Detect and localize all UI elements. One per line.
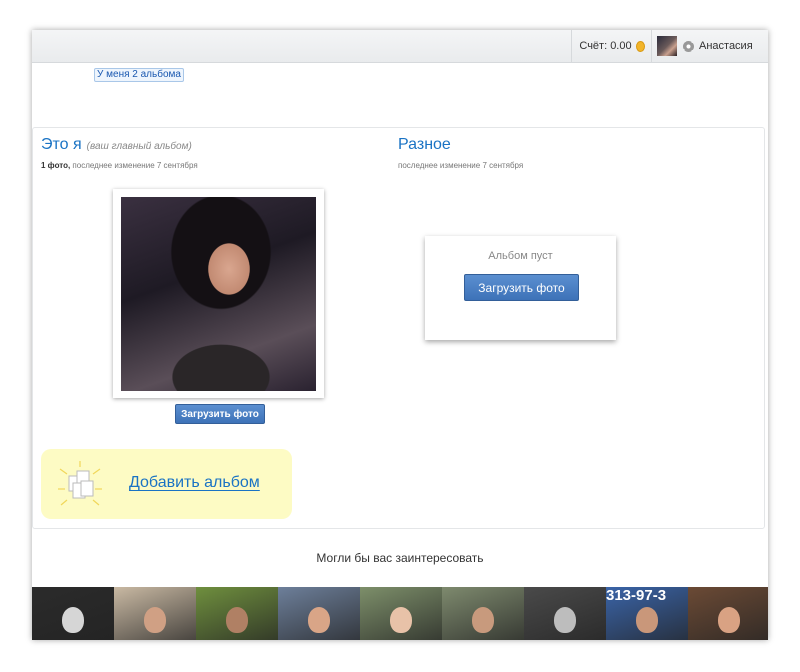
add-album-button[interactable]: Добавить альбом bbox=[41, 449, 292, 519]
album-modified-main: последнее изменение 7 сентября bbox=[72, 161, 198, 170]
empty-album-text: Альбом пуст bbox=[488, 250, 553, 262]
coin-icon bbox=[635, 40, 645, 52]
album-cover-photo[interactable] bbox=[113, 189, 324, 398]
album-meta-main: 1 фото, последнее изменение 7 сентября bbox=[41, 161, 198, 170]
top-bar: Счёт: 0.00 Анастасия bbox=[32, 30, 768, 63]
person-face bbox=[144, 607, 166, 633]
person-face bbox=[226, 607, 248, 633]
album-photo-count: 1 фото, bbox=[41, 161, 71, 170]
album-modified-misc: последнее изменение 7 сентября bbox=[398, 161, 524, 170]
avatar[interactable] bbox=[657, 36, 677, 56]
suggested-person-thumb[interactable] bbox=[524, 587, 606, 640]
album-title-main[interactable]: Это я (ваш главный альбом) bbox=[41, 136, 192, 154]
user-name[interactable]: Анастасия bbox=[699, 40, 753, 52]
balance-label: Счёт: 0.00 bbox=[579, 40, 632, 52]
person-face bbox=[718, 607, 740, 633]
suggested-person-thumb[interactable] bbox=[114, 587, 196, 640]
person-face bbox=[554, 607, 576, 633]
suggested-person-thumb[interactable] bbox=[688, 587, 768, 640]
empty-album-card: Альбом пуст Загрузить фото bbox=[425, 236, 616, 340]
album-stack-icon bbox=[58, 461, 102, 506]
upload-photo-button-main[interactable]: Загрузить фото bbox=[175, 404, 265, 424]
user-menu[interactable]: Анастасия bbox=[651, 30, 768, 62]
photo-overlay-text: 313-97-3 bbox=[606, 587, 667, 604]
suggested-person-thumb[interactable] bbox=[32, 587, 114, 640]
suggested-people-strip: 313-97-3 bbox=[32, 587, 768, 640]
suggested-person-thumb[interactable] bbox=[278, 587, 360, 640]
balance-link[interactable]: Счёт: 0.00 bbox=[571, 30, 652, 62]
person-face bbox=[636, 607, 658, 633]
upload-photo-button-misc[interactable]: Загрузить фото bbox=[464, 274, 579, 301]
person-face bbox=[472, 607, 494, 633]
main-album-note: (ваш главный альбом) bbox=[86, 141, 192, 152]
suggested-person-thumb[interactable] bbox=[360, 587, 442, 640]
profile-photo[interactable] bbox=[121, 197, 316, 391]
person-face bbox=[308, 607, 330, 633]
album-title-main-text[interactable]: Это я bbox=[41, 136, 82, 153]
suggested-person-thumb[interactable]: 313-97-3 bbox=[606, 587, 688, 640]
person-face bbox=[390, 607, 412, 633]
gear-icon[interactable] bbox=[683, 40, 694, 52]
page-window: Счёт: 0.00 Анастасия У меня 2 альбома Эт… bbox=[32, 30, 768, 640]
albums-panel: Это я (ваш главный альбом) 1 фото, послед… bbox=[32, 127, 765, 529]
suggestions-title: Могли бы вас заинтересовать bbox=[316, 551, 484, 565]
suggested-person-thumb[interactable] bbox=[442, 587, 524, 640]
person-face bbox=[62, 607, 84, 633]
add-album-label[interactable]: Добавить альбом bbox=[129, 474, 260, 492]
albums-count-link[interactable]: У меня 2 альбома bbox=[94, 68, 184, 82]
album-title-misc[interactable]: Разное bbox=[398, 136, 451, 154]
suggested-person-thumb[interactable] bbox=[196, 587, 278, 640]
